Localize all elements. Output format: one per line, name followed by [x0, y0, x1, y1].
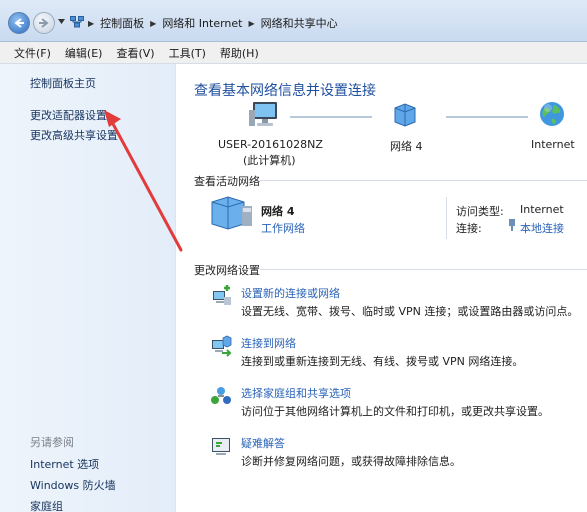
sidebar: 控制面板主页 更改适配器设置 更改高级共享设置 另请参阅 Internet 选项…	[0, 64, 176, 512]
network-map-label: 网络 4	[390, 140, 423, 153]
task-setup-connection-desc: 设置无线、宽带、拨号、临时或 VPN 连接；或设置路由器或访问点。	[241, 305, 579, 318]
see-also-title: 另请参阅	[30, 436, 74, 449]
task-troubleshoot-link[interactable]: 疑难解答	[241, 435, 285, 451]
active-networks-heading: 查看活动网络	[194, 175, 260, 188]
sidebar-link-change-adapter-settings[interactable]: 更改适配器设置	[30, 107, 107, 123]
network-icon	[394, 103, 416, 127]
chevron-right-icon: ▶	[88, 18, 95, 28]
divider	[260, 180, 587, 181]
work-network-icon	[211, 196, 252, 230]
forward-button[interactable]	[33, 12, 55, 34]
chevron-right-icon: ▶	[248, 18, 255, 28]
internet-globe-icon	[540, 102, 564, 126]
sidebar-link-homegroup[interactable]: 家庭组	[30, 498, 63, 512]
menu-bar: 文件(F) 编辑(E) 查看(V) 工具(T) 帮助(H)	[0, 42, 587, 64]
breadcrumb-network-sharing-center[interactable]: 网络和共享中心	[261, 15, 338, 31]
network-type-link[interactable]: 工作网络	[261, 220, 305, 236]
change-settings-heading: 更改网络设置	[194, 264, 260, 277]
active-network-name: 网络 4	[261, 205, 295, 218]
chevron-right-icon: ▶	[150, 18, 157, 28]
homegroup-icon	[211, 387, 231, 404]
task-setup-connection-link[interactable]: 设置新的连接或网络	[241, 285, 340, 301]
breadcrumb: ▶ 控制面板 ▶ 网络和 Internet ▶ 网络和共享中心	[88, 15, 338, 31]
connection-line	[290, 116, 372, 118]
arrow-right-icon	[39, 18, 49, 28]
menu-edit[interactable]: 编辑(E)	[65, 45, 103, 61]
computer-icon	[249, 102, 277, 126]
network-location-icon	[70, 16, 84, 28]
task-troubleshoot-desc: 诊断并修复网络问题，或获得故障排除信息。	[241, 455, 461, 468]
task-connect-network-link[interactable]: 连接到网络	[241, 335, 296, 351]
troubleshoot-icon	[212, 438, 230, 455]
internet-label: Internet	[531, 138, 575, 151]
access-type-value: Internet	[520, 203, 564, 216]
sidebar-link-change-advanced-sharing[interactable]: 更改高级共享设置	[30, 127, 118, 143]
task-connect-network-desc: 连接到或重新连接到无线、有线、拨号或 VPN 网络连接。	[241, 355, 524, 368]
menu-help[interactable]: 帮助(H)	[220, 45, 259, 61]
history-dropdown-icon[interactable]	[58, 19, 65, 25]
task-homegroup-sharing-desc: 访问位于其他网络计算机上的文件和打印机，或更改共享设置。	[241, 405, 549, 418]
setup-connection-icon	[213, 285, 231, 305]
sidebar-link-control-panel-home[interactable]: 控制面板主页	[30, 75, 96, 91]
menu-view[interactable]: 查看(V)	[116, 45, 154, 61]
breadcrumb-network-internet[interactable]: 网络和 Internet	[162, 15, 242, 31]
task-homegroup-sharing-link[interactable]: 选择家庭组和共享选项	[241, 385, 351, 401]
computer-subtitle: (此计算机)	[243, 154, 296, 167]
back-button[interactable]	[8, 12, 30, 34]
page-title: 查看基本网络信息并设置连接	[194, 83, 376, 99]
access-type-label: 访问类型:	[456, 205, 504, 218]
sidebar-link-internet-options[interactable]: Internet 选项	[30, 456, 99, 472]
divider	[446, 197, 447, 239]
connection-line	[446, 116, 528, 118]
menu-tools[interactable]: 工具(T)	[169, 45, 206, 61]
address-bar: ▶ 控制面板 ▶ 网络和 Internet ▶ 网络和共享中心	[0, 0, 587, 42]
sidebar-link-windows-firewall[interactable]: Windows 防火墙	[30, 477, 116, 493]
connect-network-icon	[212, 335, 232, 357]
connection-label: 连接:	[456, 222, 482, 235]
local-connection-link[interactable]: 本地连接	[520, 220, 564, 236]
arrow-left-icon	[14, 18, 24, 28]
breadcrumb-control-panel[interactable]: 控制面板	[100, 15, 144, 31]
divider	[260, 269, 587, 270]
computer-name: USER-20161028NZ	[218, 138, 323, 151]
menu-file[interactable]: 文件(F)	[14, 45, 51, 61]
ethernet-plug-icon	[509, 219, 515, 231]
